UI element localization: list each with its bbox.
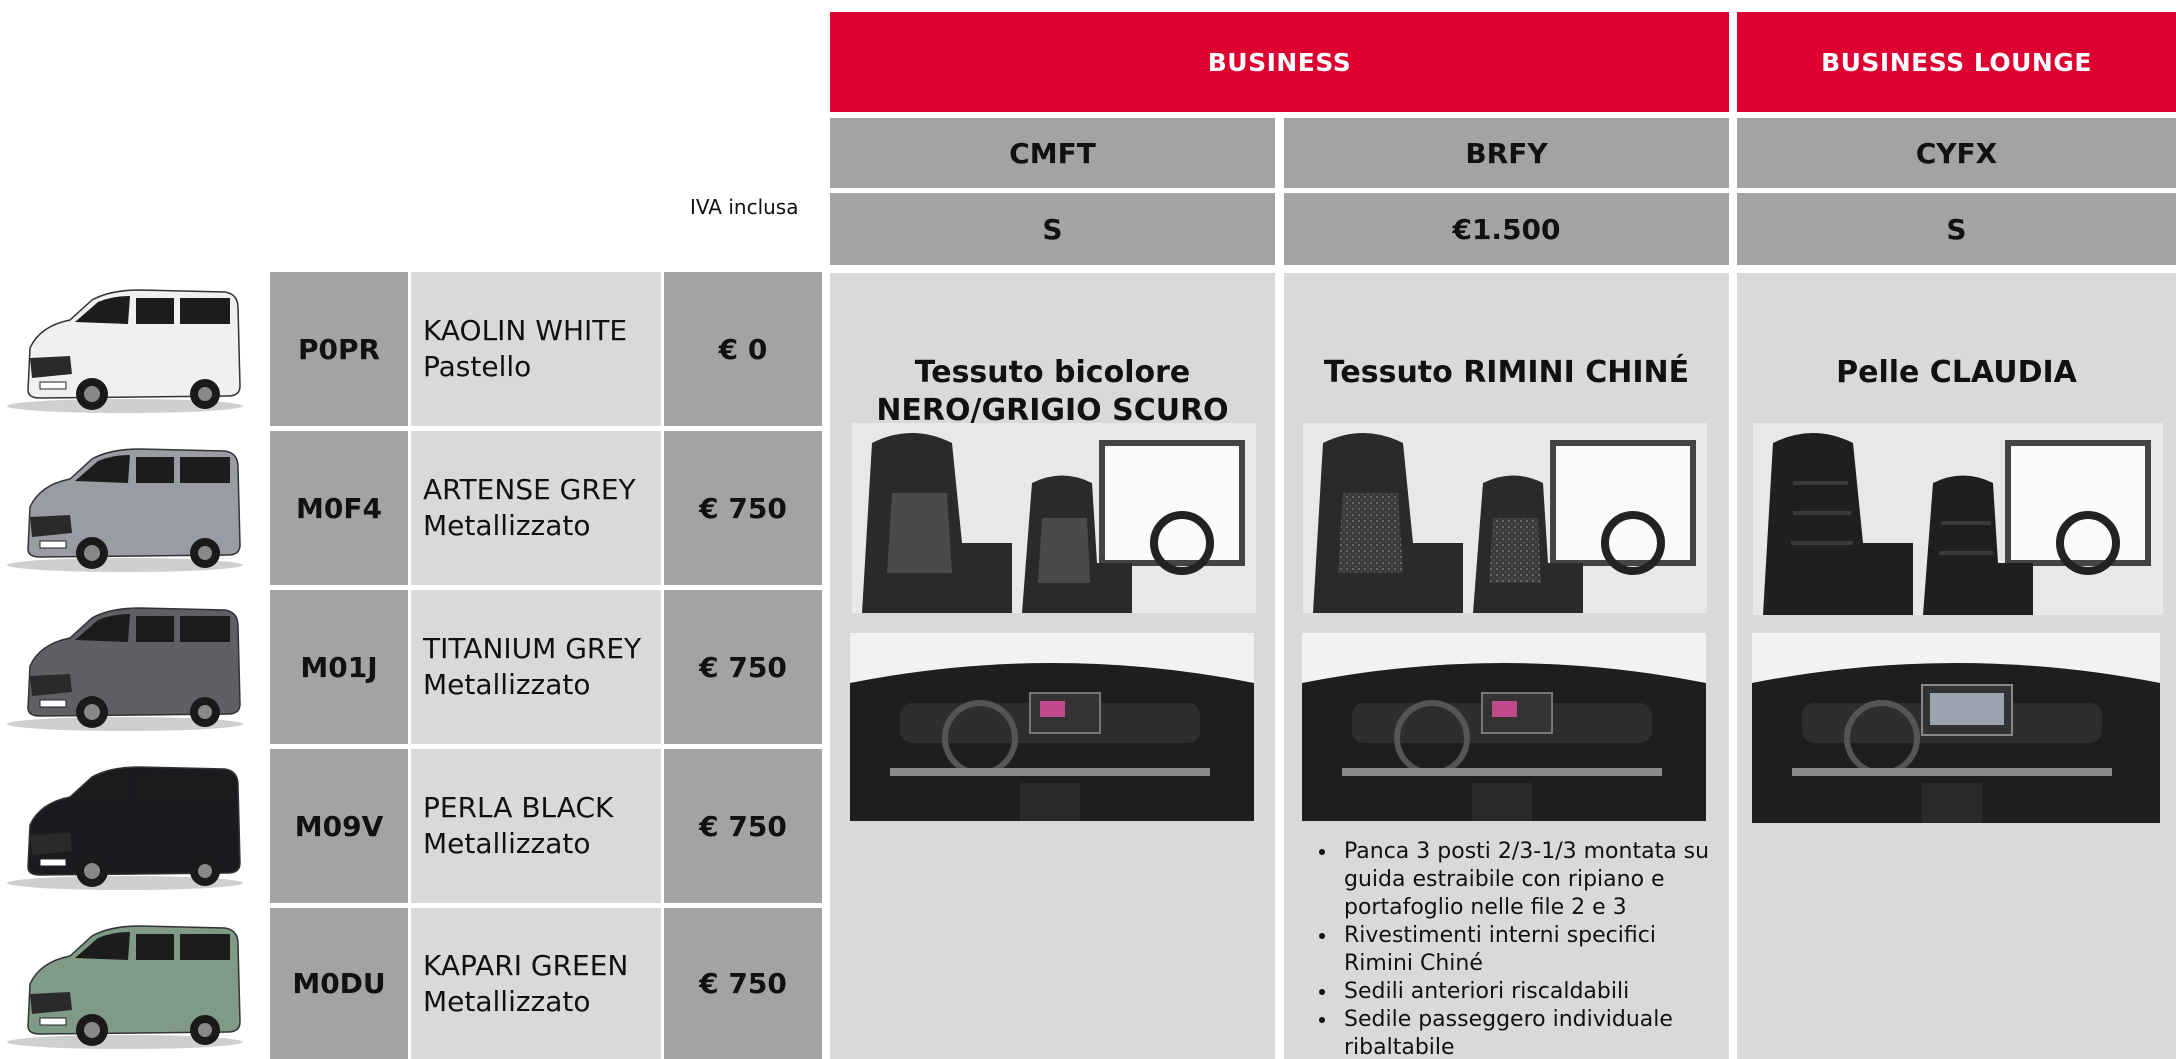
seat-photo-cyfx [1753, 423, 2163, 615]
trim-price-cmft: S [830, 193, 1275, 265]
color-name: TITANIUM GREY [423, 632, 642, 665]
color-code: M09V [270, 749, 408, 903]
trim-code-cyfx: CYFX [1737, 118, 2176, 188]
color-name: KAPARI GREEN [423, 948, 629, 982]
color-finish: Metallizzato [423, 509, 591, 542]
feature-item: Panca 3 posti 2/3-1/3 montata su guida e… [1338, 838, 1720, 922]
dashboard-photo-cyfx [1752, 633, 2160, 823]
color-code: M0F4 [270, 431, 408, 585]
color-finish: Pastello [423, 350, 532, 383]
brfy-feature-list: Panca 3 posti 2/3-1/3 montata su guida e… [1300, 838, 1720, 1059]
color-finish: Metallizzato [423, 827, 591, 860]
iva-note: IVA inclusa [690, 195, 799, 219]
color-price: € 750 [664, 590, 822, 744]
color-code: M0DU [270, 908, 408, 1059]
color-price: € 750 [664, 431, 822, 585]
van-image [7, 448, 243, 572]
color-name-cell: KAPARI GREEN Metallizzato [411, 908, 661, 1059]
feature-item: Rivestimenti interni specifici Rimini Ch… [1338, 922, 1720, 978]
color-price: € 750 [664, 749, 822, 903]
color-name-cell: PERLA BLACK Metallizzato [411, 749, 661, 903]
color-price: € 0 [664, 272, 822, 426]
trim-title-cmft: Tessuto bicolore NERO/GRIGIO SCURO [830, 354, 1275, 434]
color-name-cell: KAOLIN WHITE Pastello [411, 272, 661, 426]
color-name-cell: TITANIUM GREY Metallizzato [411, 590, 661, 744]
van-image [7, 289, 243, 413]
trim-title-cmft-line1: Tessuto bicolore [914, 355, 1191, 390]
color-name-cell: ARTENSE GREY Metallizzato [411, 431, 661, 585]
trim-title-cyfx: Pelle CLAUDIA [1836, 355, 2077, 390]
color-code: M01J [270, 590, 408, 744]
color-price: € 750 [664, 908, 822, 1059]
van-image [7, 925, 243, 1049]
color-finish: Metallizzato [423, 984, 591, 1018]
dashboard-photo-cmft [850, 633, 1254, 821]
van-image [7, 607, 243, 731]
dashboard-photo-brfy [1302, 633, 1706, 821]
trim-title-brfy: Tessuto RIMINI CHINÉ [1323, 355, 1690, 390]
seat-photo-cmft [852, 423, 1256, 613]
color-name: KAOLIN WHITE [423, 314, 628, 347]
header-business-lounge: BUSINESS LOUNGE [1737, 12, 2176, 112]
van-image [7, 766, 243, 890]
trim-code-cmft: CMFT [830, 118, 1275, 188]
trim-price-brfy: €1.500 [1284, 193, 1729, 265]
trim-price-cyfx: S [1737, 193, 2176, 265]
seat-photo-brfy [1303, 423, 1707, 613]
color-finish: Metallizzato [423, 668, 591, 701]
color-name: ARTENSE GREY [423, 473, 636, 506]
trim-code-brfy: BRFY [1284, 118, 1729, 188]
header-business: BUSINESS [830, 12, 1729, 112]
color-code: P0PR [270, 272, 408, 426]
color-name: PERLA BLACK [423, 791, 614, 824]
feature-item: Sedile passeggero individuale ribaltabil… [1338, 1006, 1720, 1059]
feature-item: Sedili anteriori riscaldabili [1338, 978, 1720, 1006]
